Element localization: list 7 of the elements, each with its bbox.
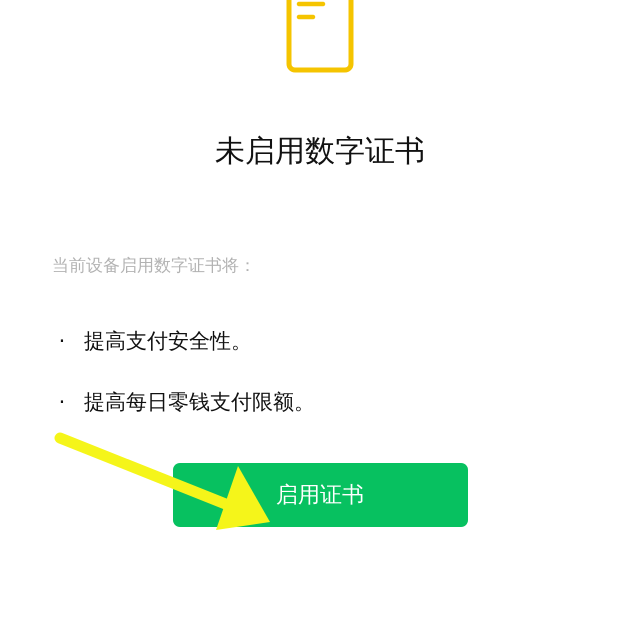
intro-text: 当前设备启用数字证书将： <box>52 255 256 278</box>
benefit-text: 提高每日零钱支付限额。 <box>84 389 315 416</box>
bullet: · <box>58 328 66 355</box>
page-title: 未启用数字证书 <box>214 134 426 170</box>
benefit-text: 提高支付安全性。 <box>84 328 252 355</box>
document-icon <box>285 0 355 74</box>
bullet: · <box>58 389 66 416</box>
